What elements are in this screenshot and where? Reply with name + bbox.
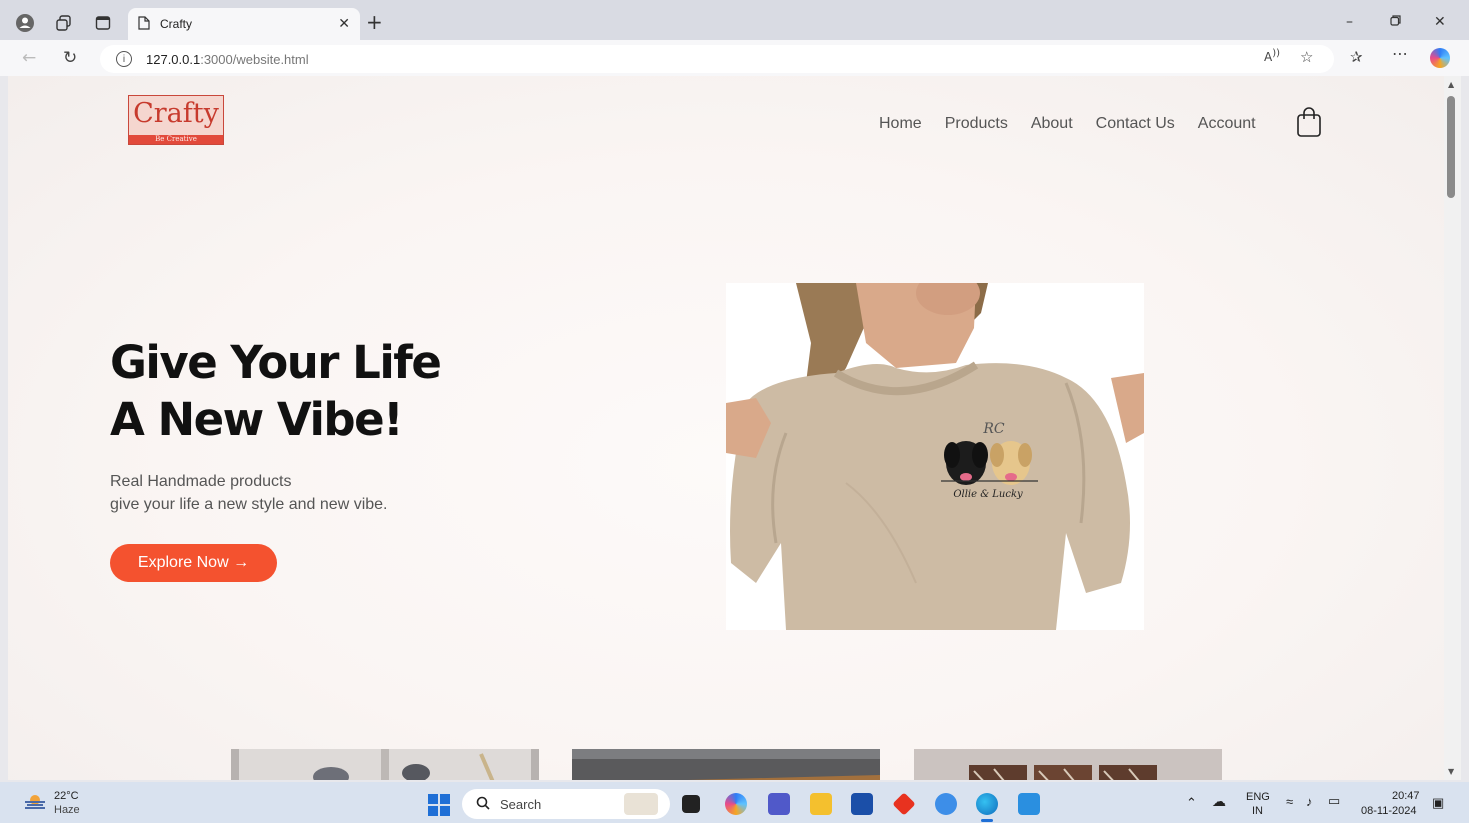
teams-icon[interactable] [768,793,790,815]
back-icon[interactable]: ← [22,48,36,68]
copilot-icon[interactable] [1430,48,1450,68]
search-highlight-icon [624,793,658,815]
product-thumbnail-2[interactable] [572,749,880,780]
tab-title: Crafty [160,17,193,31]
hero-desc-line2: give your life a new style and new vibe. [110,496,388,513]
url-host: 127.0.0.1 [146,51,201,67]
restore-icon[interactable] [1390,14,1401,30]
hero-desc-line1: Real Handmade products [110,473,292,490]
active-app-indicator [981,819,993,822]
nav-home[interactable]: Home [879,115,922,133]
page-icon [138,15,150,34]
language-code[interactable]: ENG [1246,791,1270,803]
browser-tab[interactable]: Crafty ✕ [128,8,360,40]
start-windows-icon[interactable] [428,794,450,816]
dog-names-text: Ollie & Lucky [953,489,1023,500]
page-viewport: Crafty Be Creative Home Products About C… [8,76,1444,780]
hero-description: Real Handmade products give your life a … [110,470,387,516]
profile-icon[interactable] [14,12,36,34]
minimize-icon[interactable]: – [1346,14,1353,30]
favorites-icon[interactable]: ✰ [1350,48,1363,66]
nav-about[interactable]: About [1031,115,1073,133]
weather-temp[interactable]: 22°C [54,790,79,802]
close-tab-icon[interactable]: ✕ [338,16,350,32]
main-nav: Home Products About Contact Us Account [879,113,1279,135]
search-label: Search [500,796,542,812]
shopping-bag-icon[interactable] [1296,106,1322,142]
monogram-text: RC [982,421,1005,437]
task-view-icon[interactable] [682,795,700,813]
copilot-app-icon[interactable] [725,793,747,815]
read-aloud-icon[interactable]: A)) [1264,48,1280,64]
file-explorer-icon[interactable] [810,793,832,815]
browser-titlebar: Crafty ✕ + – ✕ [0,0,1469,44]
nav-account[interactable]: Account [1198,115,1256,133]
notifications-icon[interactable]: ▣ [1432,795,1444,811]
explore-now-button[interactable]: Explore Now → [110,544,277,582]
hero-title: Give Your Life A New Vibe! [110,334,442,448]
onedrive-icon[interactable]: ☁ [1212,793,1226,810]
show-hidden-icons-icon[interactable]: ⌃ [1186,795,1197,811]
logo-tagline: Be Creative [129,135,223,144]
favorite-star-icon[interactable]: ☆ [1300,48,1313,66]
refresh-icon[interactable]: ↻ [63,48,77,68]
address-bar[interactable]: i 127.0.0.1:3000/website.html [100,45,1334,73]
store-icon[interactable] [851,793,873,815]
product-thumbnail-1[interactable] [231,749,539,780]
scroll-up-icon[interactable]: ▲ [1448,80,1454,89]
close-window-icon[interactable]: ✕ [1434,14,1446,30]
taskbar-search[interactable]: Search [462,789,670,819]
url-path: :3000/website.html [200,51,309,67]
search-icon [476,795,490,814]
haze-weather-icon[interactable] [24,793,46,815]
anydesk-icon[interactable] [892,792,916,816]
workspaces-icon[interactable] [53,12,75,34]
logo-name: Crafty [133,98,219,129]
site-info-icon[interactable]: i [116,51,132,67]
edge-dev-icon[interactable] [935,793,957,815]
more-icon[interactable]: ⋯ [1392,44,1408,63]
tab-actions-icon[interactable] [92,12,114,34]
battery-icon[interactable]: ▭ [1328,793,1340,809]
nav-contact-us[interactable]: Contact Us [1096,115,1175,133]
new-tab-icon[interactable]: + [366,12,383,32]
taskbar: 22°C Haze Search ⌃ ☁ ENG IN ≈ ♪ ▭ 20:47 … [0,782,1469,823]
site-logo[interactable]: Crafty Be Creative [128,95,224,145]
product-thumbnail-3[interactable] [914,749,1222,780]
wifi-icon[interactable]: ≈ [1286,794,1293,809]
vscode-icon[interactable] [1018,793,1040,815]
volume-icon[interactable]: ♪ [1306,794,1313,809]
hero-title-line2: A New Vibe! [110,393,404,446]
edge-icon[interactable] [976,793,998,815]
language-region[interactable]: IN [1252,805,1263,817]
page-scrollbar[interactable]: ▲ ▼ [1444,76,1461,780]
url-text[interactable]: 127.0.0.1:3000/website.html [146,52,309,67]
clock-date[interactable]: 08-11-2024 [1361,805,1416,817]
hero-product-image: RC Ollie & Lucky [726,283,1144,630]
scroll-down-icon[interactable]: ▼ [1448,767,1454,776]
scroll-thumb[interactable] [1447,96,1455,198]
nav-products[interactable]: Products [945,115,1008,133]
clock-time[interactable]: 20:47 [1392,790,1420,802]
hero-title-line1: Give Your Life [110,336,442,389]
address-toolbar: ← ↻ i 127.0.0.1:3000/website.html A)) ☆ … [0,40,1469,76]
weather-condition[interactable]: Haze [54,804,80,816]
